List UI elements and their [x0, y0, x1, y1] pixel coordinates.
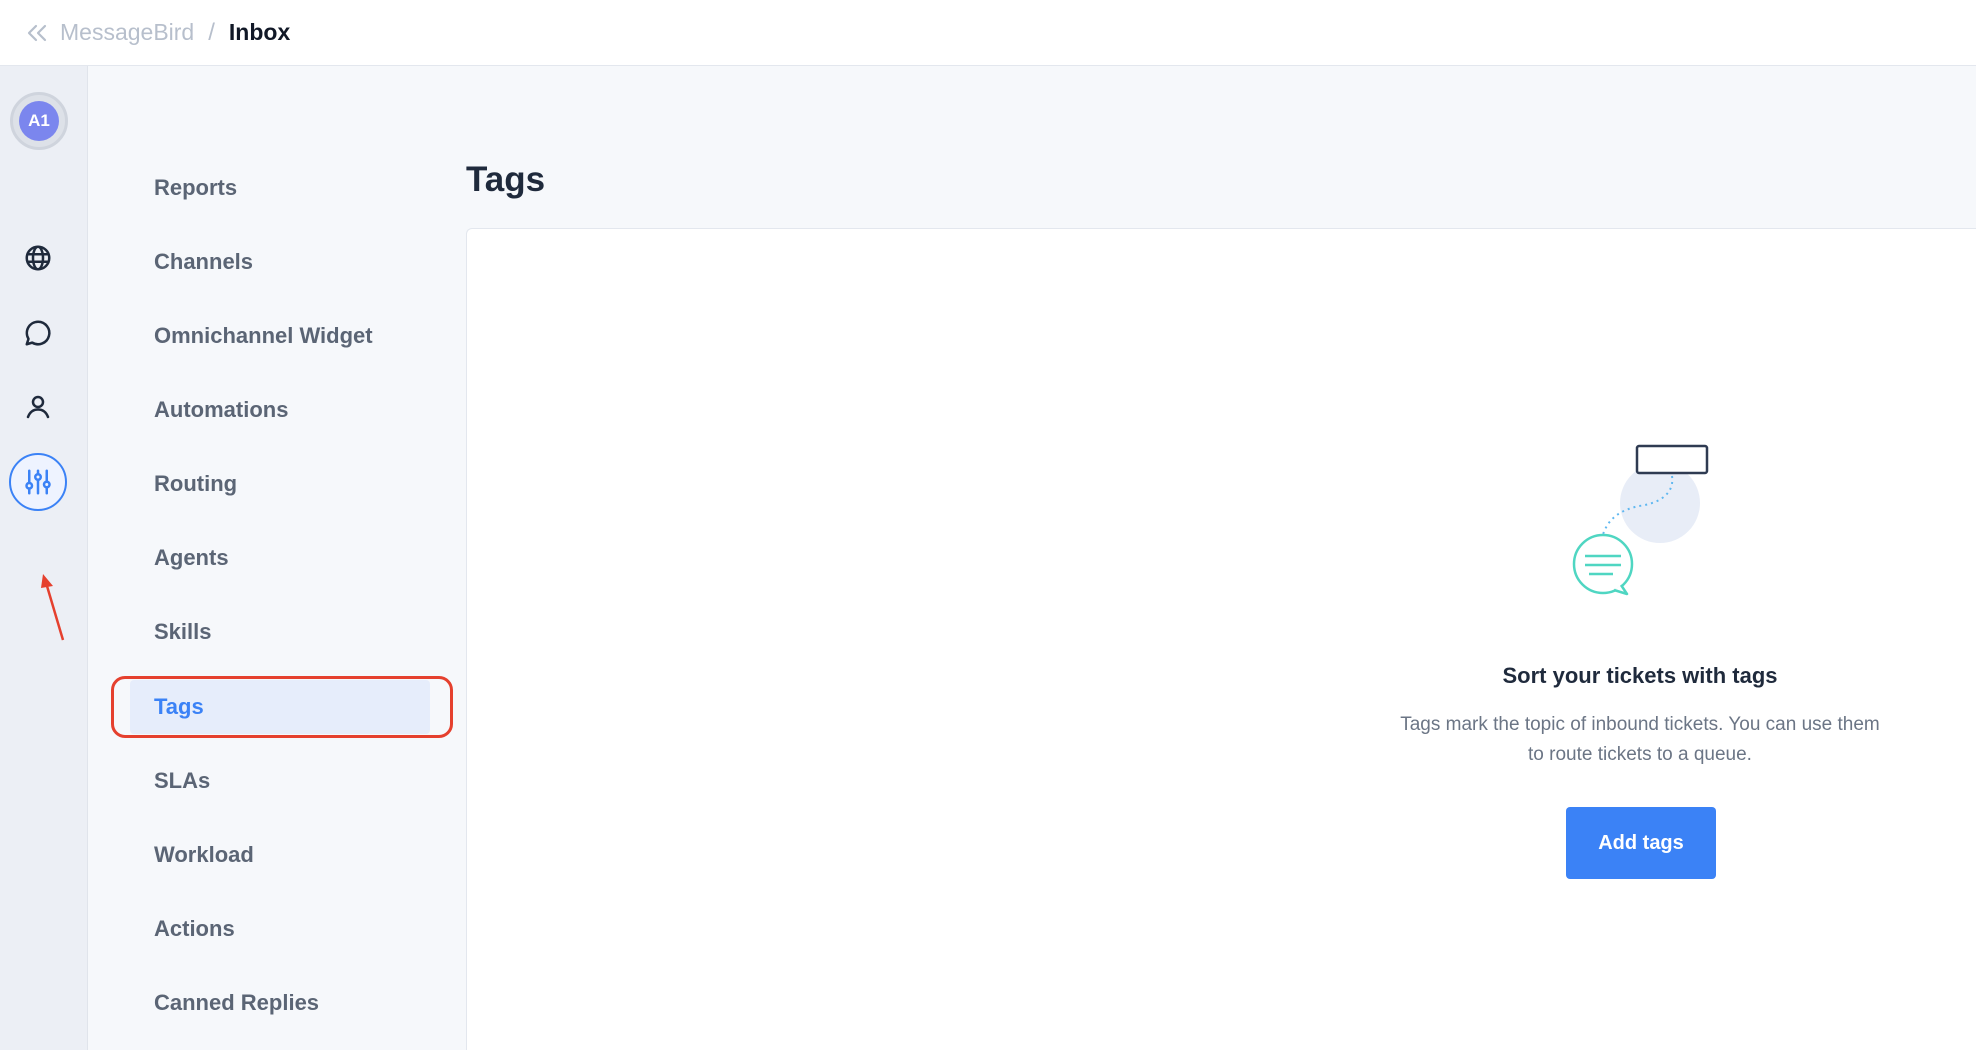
nav-item-workload[interactable]: Workload	[130, 828, 430, 882]
chat-bubble-icon[interactable]	[18, 313, 58, 353]
top-bar: MessageBird / Inbox	[0, 0, 1976, 66]
nav-item-canned-replies[interactable]: Canned Replies	[130, 976, 430, 1030]
nav-item-routing[interactable]: Routing	[130, 457, 430, 511]
breadcrumb-current: Inbox	[228, 19, 291, 45]
breadcrumb-separator: /	[208, 18, 215, 46]
sliders-icon[interactable]	[9, 453, 67, 511]
avatar: A1	[19, 101, 59, 141]
nav-item-actions[interactable]: Actions	[130, 902, 430, 956]
content-panel	[466, 228, 1976, 1050]
add-tags-button[interactable]: Add tags	[1566, 807, 1716, 879]
nav-item-skills[interactable]: Skills	[130, 605, 430, 659]
nav-item-tags[interactable]: Tags	[130, 680, 430, 734]
page-title: Tags	[466, 160, 546, 199]
nav-item-channels[interactable]: Channels	[130, 235, 430, 289]
globe-icon[interactable]	[18, 238, 58, 278]
breadcrumb-parent[interactable]: MessageBird	[60, 19, 194, 46]
double-chevron-left-icon[interactable]	[24, 20, 50, 46]
avatar-button[interactable]: A1	[10, 92, 68, 150]
nav-item-slas[interactable]: SLAs	[130, 754, 430, 808]
empty-state-description: Tags mark the topic of inbound tickets. …	[1400, 714, 1880, 765]
tag-chat-illustration	[1572, 444, 1709, 596]
nav-item-omnichannel-widget[interactable]: Omnichannel Widget	[130, 309, 430, 363]
settings-nav: Reports Channels Omnichannel Widget Auto…	[88, 66, 466, 1050]
empty-state-heading: Sort your tickets with tags	[1502, 663, 1778, 688]
icon-rail: A1	[0, 66, 88, 1050]
nav-item-reports[interactable]: Reports	[130, 161, 430, 215]
nav-item-automations[interactable]: Automations	[130, 383, 430, 437]
annotation-arrow	[41, 574, 65, 641]
nav-item-agents[interactable]: Agents	[130, 531, 430, 585]
person-icon[interactable]	[18, 387, 58, 427]
